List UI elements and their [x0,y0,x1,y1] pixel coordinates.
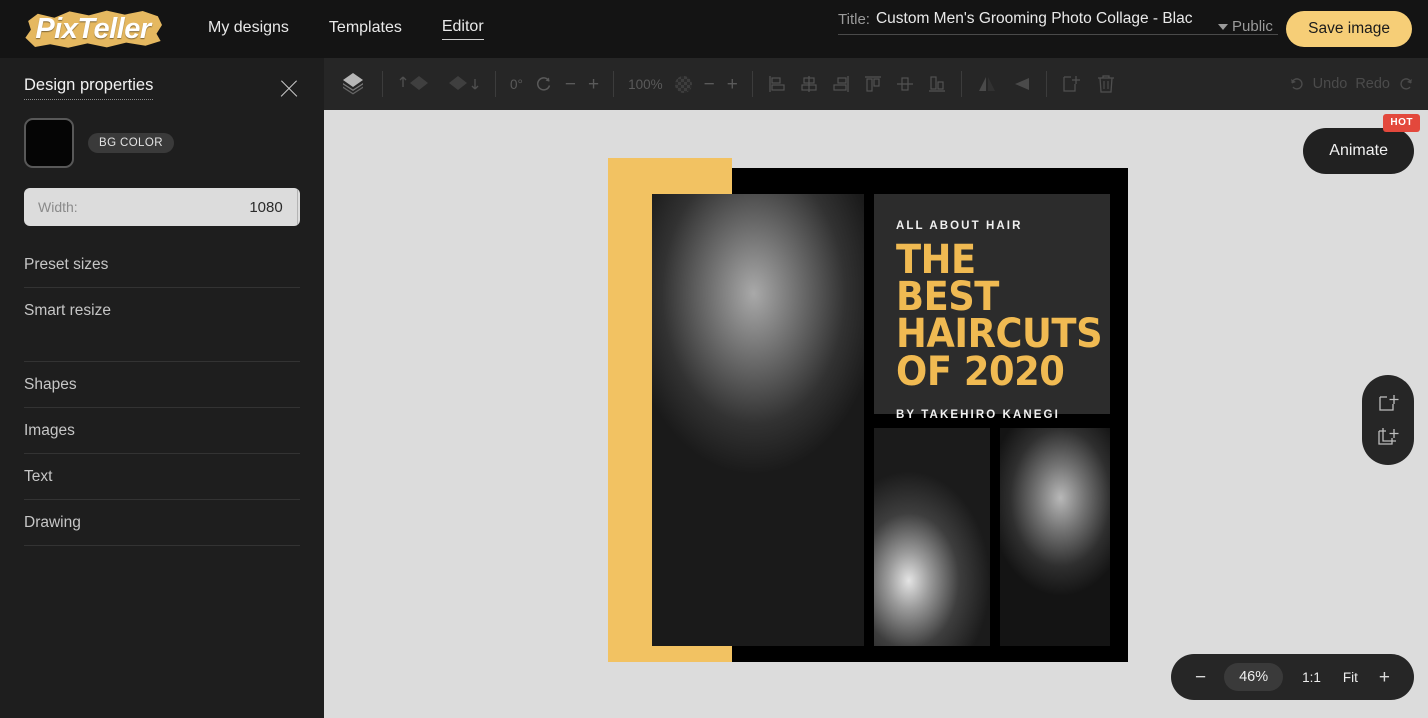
align-center-horizontal-icon[interactable] [799,74,819,94]
rotation-decrease-button[interactable]: − [565,75,576,94]
chevron-down-icon [1218,23,1228,30]
toolbar-divider-4 [751,71,753,97]
layer-order-group [397,73,481,95]
canvas-size-row: Width: Height: [24,188,300,226]
send-backward-icon[interactable] [445,73,481,95]
animate-button[interactable]: Animate [1303,128,1414,174]
pixteller-logo[interactable]: PixTeller [18,5,168,53]
zoom-actual-size-button[interactable]: 1:1 [1293,670,1330,685]
flip-group [976,74,1032,94]
redo-button[interactable]: Redo [1355,76,1390,92]
trash-icon[interactable] [1095,73,1117,95]
opacity-value: 100% [628,76,663,92]
zoom-fit-button[interactable]: Fit [1334,670,1367,685]
align-right-icon[interactable] [831,74,851,94]
object-actions-group [1061,73,1117,95]
title-field-group: Title: [838,10,1278,35]
nav-item-editor[interactable]: Editor [441,18,484,40]
close-icon[interactable] [278,78,300,100]
design-text-card[interactable]: ALL ABOUT HAIR THE BEST HAIRCUTS OF 2020… [874,194,1110,421]
sidebar-item-drawing[interactable]: Drawing [24,500,300,546]
sidebar-item-shapes[interactable]: Shapes [24,362,300,408]
width-label: Width: [38,199,78,215]
visibility-dropdown[interactable]: Public [1218,18,1273,35]
editor-toolbar: 0° − + 100% − + Undo Redo [324,58,1428,110]
redo-icon[interactable] [1398,76,1414,92]
align-bottom-icon[interactable] [927,74,947,94]
sidebar-item-preset-sizes[interactable]: Preset sizes [24,242,300,288]
flip-vertical-icon[interactable] [1010,74,1032,94]
add-page-icon[interactable] [1376,391,1400,415]
animate-button-wrap: HOT Animate [1303,114,1420,174]
photo-portrait-small-left[interactable] [874,428,990,646]
panel-title: Design properties [24,76,154,100]
opacity-increase-button[interactable]: + [727,75,738,94]
title-label: Title: [838,10,870,28]
align-top-icon[interactable] [863,74,883,94]
undo-button[interactable]: Undo [1313,76,1348,92]
main-nav: My designs Templates Editor [208,18,484,40]
align-group [767,74,947,94]
width-field[interactable]: Width: [24,188,297,226]
sidebar-header: Design properties [0,58,324,100]
width-input[interactable] [83,198,283,216]
duplicate-icon[interactable] [1061,73,1083,95]
artboard[interactable]: ALL ABOUT HAIR THE BEST HAIRCUTS OF 2020… [608,158,1128,662]
toolbar-divider-6 [1045,71,1047,97]
nav-item-templates[interactable]: Templates [329,19,402,40]
photo-image [874,428,990,646]
bg-color-swatch[interactable] [24,118,74,168]
design-properties-sidebar: Design properties BG COLOR Width: Height… [0,58,324,718]
nav-item-my-designs[interactable]: My designs [208,19,289,40]
toolbar-divider-5 [960,71,962,97]
toolbar-divider-3 [613,71,615,97]
page-actions-stack [1362,375,1414,465]
zoom-out-button[interactable]: − [1187,668,1214,687]
rotate-icon[interactable] [535,75,553,93]
visibility-label: Public [1232,18,1273,35]
sidebar-item-text[interactable]: Text [24,454,300,500]
photo-portrait-small-right[interactable] [1000,428,1110,646]
opacity-decrease-button[interactable]: − [704,75,715,94]
rotation-value: 0° [510,76,523,92]
photo-image [652,194,864,646]
design-headline: THE BEST HAIRCUTS OF 2020 [896,237,1103,395]
undo-redo-group: Undo Redo [1289,76,1414,92]
align-middle-vertical-icon[interactable] [895,74,915,94]
editor-app: PixTeller My designs Templates Editor Ti… [0,0,1428,718]
logo-text: PixTeller [35,12,151,45]
top-header: PixTeller My designs Templates Editor Ti… [0,0,1428,58]
sidebar-item-images[interactable]: Images [24,408,300,454]
align-left-icon[interactable] [767,74,787,94]
design-kicker: ALL ABOUT HAIR [896,220,1023,232]
hot-badge: HOT [1383,114,1420,132]
flip-horizontal-icon[interactable] [976,74,998,94]
photo-portrait-large[interactable] [652,194,864,646]
zoom-in-button[interactable]: + [1371,668,1398,687]
canvas-stage[interactable]: ALL ABOUT HAIR THE BEST HAIRCUTS OF 2020… [324,110,1428,718]
duplicate-page-icon[interactable] [1376,425,1400,449]
undo-icon[interactable] [1289,76,1305,92]
bring-forward-icon[interactable] [397,73,433,95]
photo-image [1000,428,1110,646]
design-byline: BY TAKEHIRO KANEGI [896,408,1060,421]
sidebar-menu: Preset sizes Smart resize Shapes Images … [24,242,300,546]
zoom-control-bar: − 46% 1:1 Fit + [1170,654,1414,700]
layers-icon[interactable] [338,69,368,99]
rotation-group: 0° − + [510,75,599,94]
toolbar-divider-2 [495,71,496,97]
rotation-increase-button[interactable]: + [588,75,599,94]
bg-color-label: BG COLOR [88,133,174,153]
title-input[interactable] [875,10,1206,28]
sidebar-item-smart-resize[interactable]: Smart resize [24,288,300,333]
height-field[interactable]: Height: [296,188,300,226]
opacity-group: 100% − + [628,75,738,94]
zoom-level-value[interactable]: 46% [1224,663,1284,691]
toolbar-divider-1 [382,71,383,97]
bg-color-row: BG COLOR [0,100,324,168]
save-image-button[interactable]: Save image [1286,11,1412,47]
opacity-checker-icon[interactable] [674,75,692,93]
